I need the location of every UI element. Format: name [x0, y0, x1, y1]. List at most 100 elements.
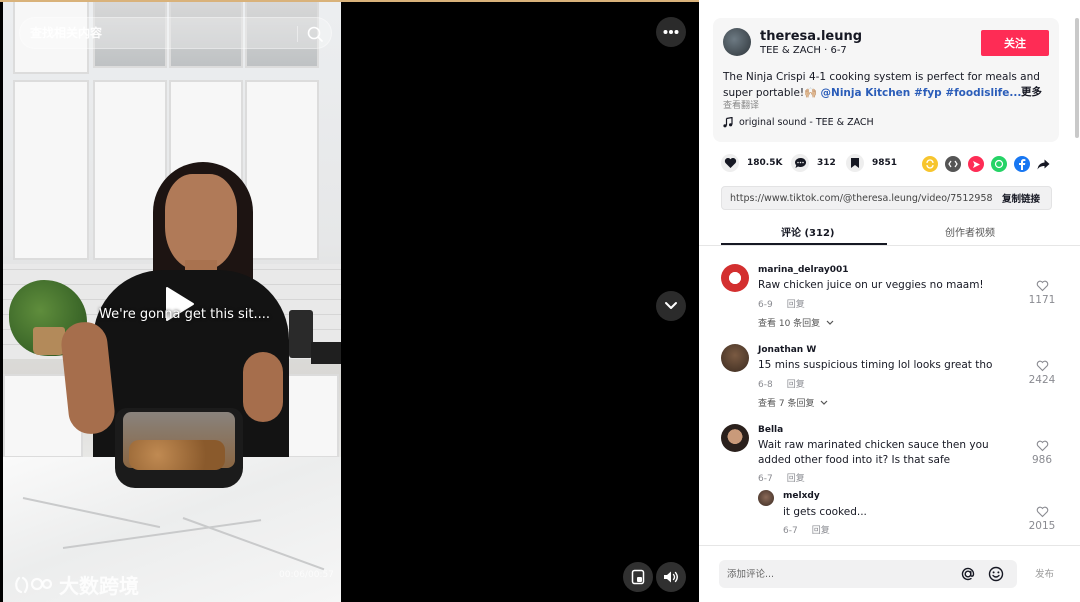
comment-text: Raw chicken juice on ur veggies no maam! — [758, 279, 984, 291]
person-arm — [243, 352, 283, 422]
bookmark-icon — [846, 154, 864, 172]
replier-avatar[interactable] — [758, 490, 774, 506]
replier-name[interactable]: melxdy — [783, 491, 820, 501]
comment-input-wrap — [719, 560, 1017, 588]
commenter-avatar[interactable] — [721, 264, 749, 292]
more-dots-icon — [663, 30, 679, 34]
search-divider — [297, 26, 298, 42]
commenter-avatar[interactable] — [721, 344, 749, 372]
author-subtitle: TEE & ZACH · 6-7 — [760, 45, 847, 56]
volume-button[interactable] — [656, 562, 686, 592]
send-icon[interactable] — [968, 156, 984, 172]
reply-date: 6-7 — [783, 526, 798, 536]
watermark: 大数跨境 — [13, 570, 139, 599]
reply-like[interactable]: 2015 — [1027, 506, 1057, 532]
tab-underline — [721, 243, 887, 245]
reply-like-count: 2015 — [1028, 520, 1056, 532]
video-link-box: https://www.tiktok.com/@theresa.leung/vi… — [721, 186, 1052, 210]
comment-date: 6-8 — [758, 380, 773, 390]
heart-outline-icon — [1036, 280, 1048, 292]
chevron-down-icon — [665, 302, 677, 309]
search-icon[interactable] — [306, 25, 324, 43]
save-count: 9851 — [872, 158, 898, 168]
author-name[interactable]: theresa.leung — [760, 29, 862, 44]
comment-meta: 6-9 回复 — [758, 297, 805, 310]
share-arrow-icon[interactable] — [1035, 156, 1051, 172]
watermark-text: 大数跨境 — [59, 574, 139, 598]
facebook-icon[interactable] — [1014, 156, 1030, 172]
translate-link[interactable]: 查看翻译 — [723, 98, 759, 111]
knife-block — [289, 310, 313, 358]
picture-in-picture-button[interactable] — [623, 562, 653, 592]
comment-icon — [791, 154, 809, 172]
comment-like-count: 986 — [1031, 454, 1053, 466]
video-url[interactable]: https://www.tiktok.com/@theresa.leung/vi… — [730, 193, 992, 204]
reply-button[interactable]: 回复 — [787, 474, 805, 484]
mention-icon[interactable] — [959, 565, 977, 583]
more-link[interactable]: 更多 — [1021, 84, 1042, 99]
search-box[interactable] — [19, 17, 332, 49]
sound-link[interactable]: original sound - TEE & ZACH — [723, 117, 874, 128]
chevron-down-icon — [826, 320, 834, 325]
video-time: 00:06/00:57 — [279, 570, 334, 580]
lower-cabinet — [245, 80, 319, 260]
comment-bar: 发布 — [699, 545, 1080, 602]
repost-icon[interactable] — [922, 156, 938, 172]
search-input[interactable] — [30, 18, 290, 48]
comment-meta: 6-8 回复 — [758, 377, 805, 390]
stove — [311, 342, 341, 364]
tab-comments[interactable]: 评论 (312) — [781, 224, 835, 239]
marble-vein — [22, 497, 161, 529]
commenter-name[interactable]: Jonathan W — [758, 345, 816, 355]
commenter-name[interactable]: marina_delray001 — [758, 265, 848, 275]
reply-text: it gets cooked... — [783, 506, 867, 518]
save-stat[interactable]: 9851 — [846, 154, 897, 172]
next-video-button[interactable] — [656, 291, 686, 321]
whatsapp-icon[interactable] — [991, 156, 1007, 172]
embed-icon[interactable] — [945, 156, 961, 172]
reply-button[interactable]: 回复 — [787, 380, 805, 390]
follow-button[interactable]: 关注 — [981, 30, 1049, 56]
comment-like[interactable]: 986 — [1027, 440, 1057, 466]
commenter-avatar[interactable] — [721, 424, 749, 452]
sound-name: original sound - TEE & ZACH — [739, 117, 874, 128]
heart-outline-icon — [1036, 360, 1048, 372]
comment-list: marina_delray001 Raw chicken juice on ur… — [699, 252, 1080, 544]
comment-text: 15 mins suspicious timing lol looks grea… — [758, 359, 993, 371]
like-stat[interactable]: 180.5K — [721, 154, 782, 172]
comment-input[interactable] — [727, 560, 949, 588]
food — [129, 440, 225, 470]
reply-button[interactable]: 回复 — [787, 300, 805, 310]
commenter-name[interactable]: Bella — [758, 425, 783, 435]
more-options-button[interactable] — [656, 17, 686, 47]
like-count: 180.5K — [747, 158, 783, 168]
description-tags[interactable]: @Ninja Kitchen #fyp #foodislife... — [821, 87, 1022, 99]
comment-stat[interactable]: 312 — [791, 154, 836, 172]
post-button[interactable]: 发布 — [1035, 566, 1054, 580]
view-replies-label: 查看 7 条回复 — [758, 399, 815, 409]
marble-vein — [182, 517, 325, 571]
copy-link-button[interactable]: 复制链接 — [990, 187, 1052, 209]
scrollbar[interactable] — [1075, 18, 1079, 138]
reply-button[interactable]: 回复 — [812, 526, 830, 536]
comment-date: 6-9 — [758, 300, 773, 310]
view-replies-button[interactable]: 查看 10 条回复 — [758, 316, 834, 329]
person-face — [165, 174, 237, 270]
tab-creator-videos[interactable]: 创作者视频 — [945, 224, 995, 239]
tiktok-video-page: We're gonna get this sit.... 大数跨境 00:06/… — [0, 0, 1080, 602]
heart-outline-icon — [1036, 440, 1048, 452]
heart-outline-icon — [1036, 506, 1048, 518]
video-description: The Ninja Crispi 4-1 cooking system is p… — [723, 69, 1041, 101]
comment-like[interactable]: 1171 — [1027, 280, 1057, 306]
video-frame[interactable]: We're gonna get this sit.... 大数跨境 00:06/… — [3, 2, 341, 602]
view-replies-button[interactable]: 查看 7 条回复 — [758, 396, 828, 409]
chevron-down-icon — [820, 400, 828, 405]
heart-icon — [721, 154, 739, 172]
watermark-logo-icon — [15, 576, 53, 593]
comment-like[interactable]: 2424 — [1027, 360, 1057, 386]
music-note-icon — [723, 117, 733, 128]
author-avatar[interactable] — [723, 28, 751, 56]
emoji-icon[interactable] — [987, 565, 1005, 583]
plant-pot — [33, 327, 65, 355]
reply-meta: 6-7 回复 — [783, 523, 830, 536]
